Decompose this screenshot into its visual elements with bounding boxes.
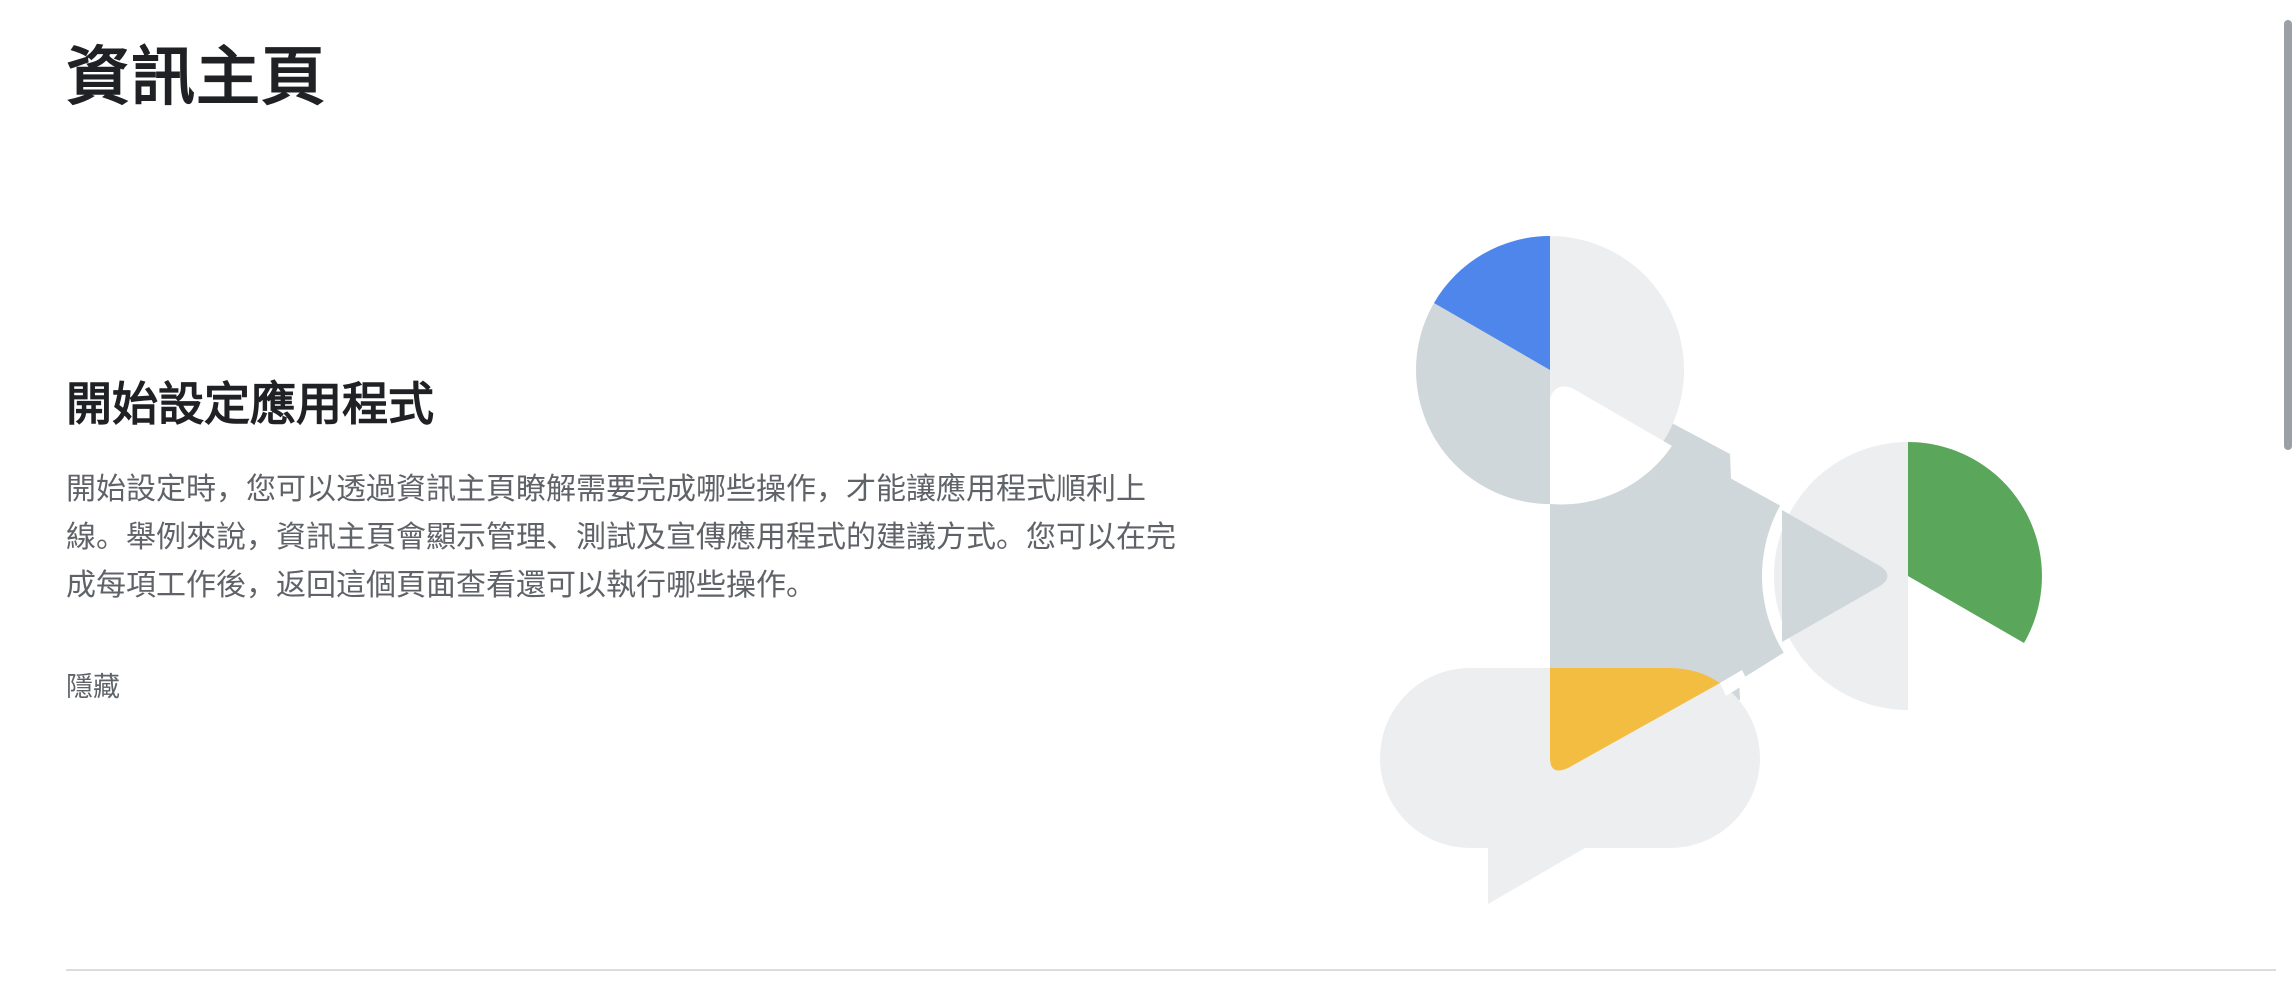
dashboard-page: 資訊主頁 開始設定應用程式 開始設定時，您可以透過資訊主頁瞭解需要完成哪些操作，… (0, 0, 2294, 992)
app-setup-illustration (1380, 236, 2054, 904)
setup-card-description: 開始設定時，您可以透過資訊主頁瞭解需要完成哪些操作，才能讓應用程式順利上線。舉例… (66, 472, 1176, 603)
setup-card-heading: 開始設定應用程式 (66, 377, 434, 431)
page-scrollbar[interactable] (2278, 0, 2294, 992)
scrollbar-thumb[interactable] (2284, 20, 2292, 450)
page-title: 資訊主頁 (66, 41, 326, 115)
hide-button[interactable]: 隱藏 (66, 668, 120, 708)
section-divider (66, 969, 2276, 971)
